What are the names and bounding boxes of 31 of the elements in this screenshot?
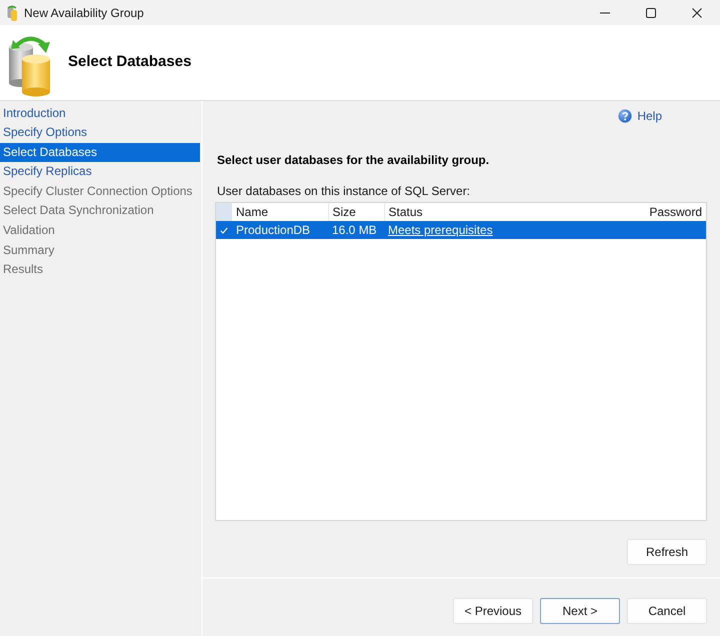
- maximize-icon[interactable]: [646, 8, 656, 18]
- wizard-step[interactable]: Specify Options: [0, 123, 200, 143]
- wizard-step: Specify Cluster Connection Options: [0, 182, 200, 202]
- wizard-step: Summary: [0, 240, 200, 260]
- wizard-step: Validation: [0, 221, 200, 241]
- check-icon[interactable]: [220, 227, 228, 234]
- database-name: ProductionDB: [236, 223, 310, 237]
- wizard-button[interactable]: < Previous: [453, 598, 533, 624]
- databases-icon: [8, 34, 52, 96]
- wizard-step: Results: [0, 260, 200, 280]
- wizard-button[interactable]: Next >: [540, 598, 620, 624]
- select-column-header: [216, 203, 232, 221]
- instruction-text: Select user databases for the availability group.: [216, 152, 490, 168]
- grid-caption: User databases on this instance of SQL Server:: [216, 183, 472, 199]
- database-size: 16.0 MB: [332, 223, 377, 237]
- column-header[interactable]: Name: [236, 205, 268, 219]
- wizard-step[interactable]: Introduction: [0, 104, 200, 124]
- refresh-button[interactable]: Refresh: [627, 539, 707, 565]
- wizard-button[interactable]: Cancel: [627, 598, 707, 624]
- column-header[interactable]: Status: [388, 205, 423, 219]
- close-icon[interactable]: [692, 8, 702, 18]
- help-link[interactable]: Help: [637, 108, 662, 124]
- column-header[interactable]: Size: [332, 205, 356, 219]
- app-icon: [7, 4, 17, 20]
- window-title: New Availability Group: [24, 4, 144, 22]
- wizard-step: Select Data Synchronization: [0, 201, 200, 222]
- help-icon[interactable]: [618, 109, 632, 123]
- wizard-step[interactable]: Specify Replicas: [0, 162, 200, 182]
- page-title: Select Databases: [68, 52, 192, 72]
- column-header[interactable]: Password: [649, 205, 702, 219]
- wizard-step[interactable]: Select Databases: [0, 142, 200, 162]
